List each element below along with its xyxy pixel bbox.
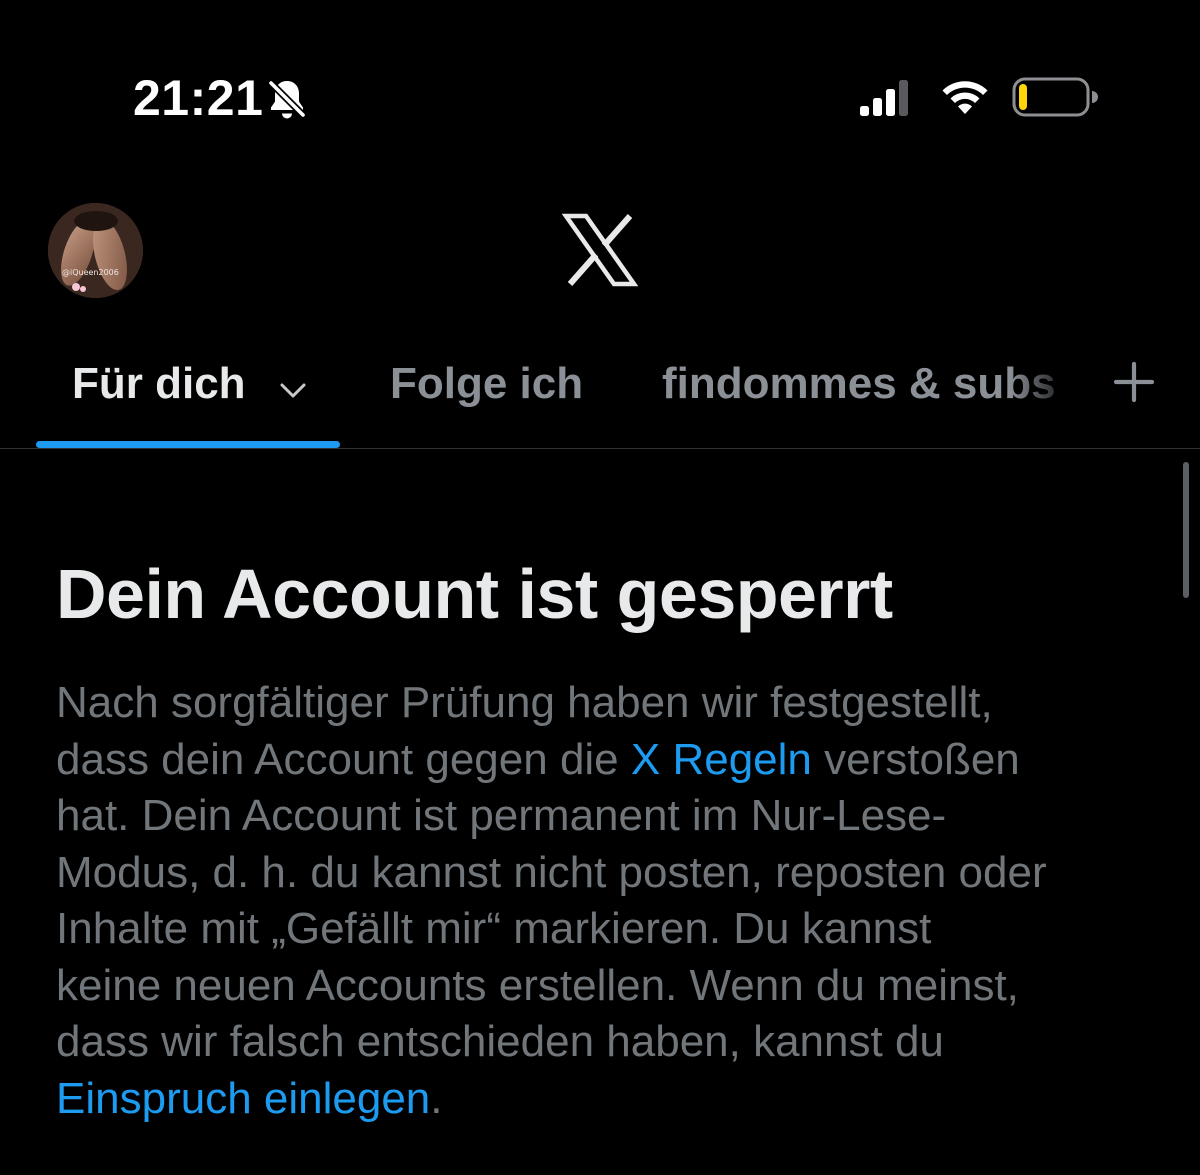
active-tab-indicator: [36, 441, 340, 448]
tab-following-label: Folge ich: [390, 359, 584, 408]
message-line: Einspruch einlegen.: [56, 1071, 1176, 1128]
message-line: dass dein Account gegen die X Regeln ver…: [56, 732, 1176, 789]
message-line: Modus, d. h. du kannst nicht posten, rep…: [56, 847, 1047, 897]
app-screen: 21:21 @iQueen2006 Für dich Folge ich fin…: [0, 0, 1200, 1175]
avatar-watermark: @iQueen2006: [62, 268, 119, 277]
message-line: hat. Dein Account ist permanent im Nur-L…: [56, 791, 947, 840]
status-bar: 21:21: [0, 0, 1200, 170]
x-rules-link[interactable]: X Regeln: [631, 735, 812, 784]
message-line: Inhalte mit „Gefällt mir“ markieren. Du …: [56, 904, 932, 953]
appeal-link[interactable]: Einspruch einlegen: [56, 1074, 430, 1123]
x-logo-icon[interactable]: [562, 212, 638, 288]
scrollbar[interactable]: [1183, 462, 1189, 598]
suspension-message: Nach sorgfältiger Prüfung haben wir fest…: [56, 675, 1176, 1127]
message-text: .: [430, 1073, 443, 1123]
message-text: verstoßen: [811, 734, 1020, 784]
battery-icon: [1012, 77, 1098, 117]
avatar-image: @iQueen2006: [48, 203, 143, 298]
status-time: 21:21: [133, 70, 264, 126]
message-line: keine neuen Accounts erstellen. Wenn du …: [56, 960, 1019, 1010]
signal-icon: [860, 80, 908, 116]
wifi-icon: [942, 81, 988, 114]
tab-overflow-fade: [1010, 340, 1100, 450]
tab-following[interactable]: Folge ich: [390, 358, 583, 410]
tab-for-you[interactable]: Für dich: [72, 358, 246, 410]
tabs-divider: [0, 448, 1200, 449]
message-text: dass dein Account gegen die: [56, 734, 631, 784]
chevron-down-icon[interactable]: [276, 373, 310, 407]
timeline-tabs: Für dich Folge ich findommes & subs: [0, 340, 1200, 450]
plus-icon[interactable]: [1112, 360, 1156, 404]
bell-off-icon: [266, 78, 308, 120]
message-line: Nach sorgfältiger Prüfung haben wir fest…: [56, 678, 993, 727]
message-line: dass wir falsch entschieden haben, kanns…: [56, 1017, 944, 1066]
page-title: Dein Account ist gesperrt: [56, 555, 893, 633]
tab-list-label: findommes & subs: [662, 359, 1056, 408]
profile-avatar[interactable]: @iQueen2006: [48, 203, 143, 298]
tab-for-you-label: Für dich: [72, 359, 246, 408]
